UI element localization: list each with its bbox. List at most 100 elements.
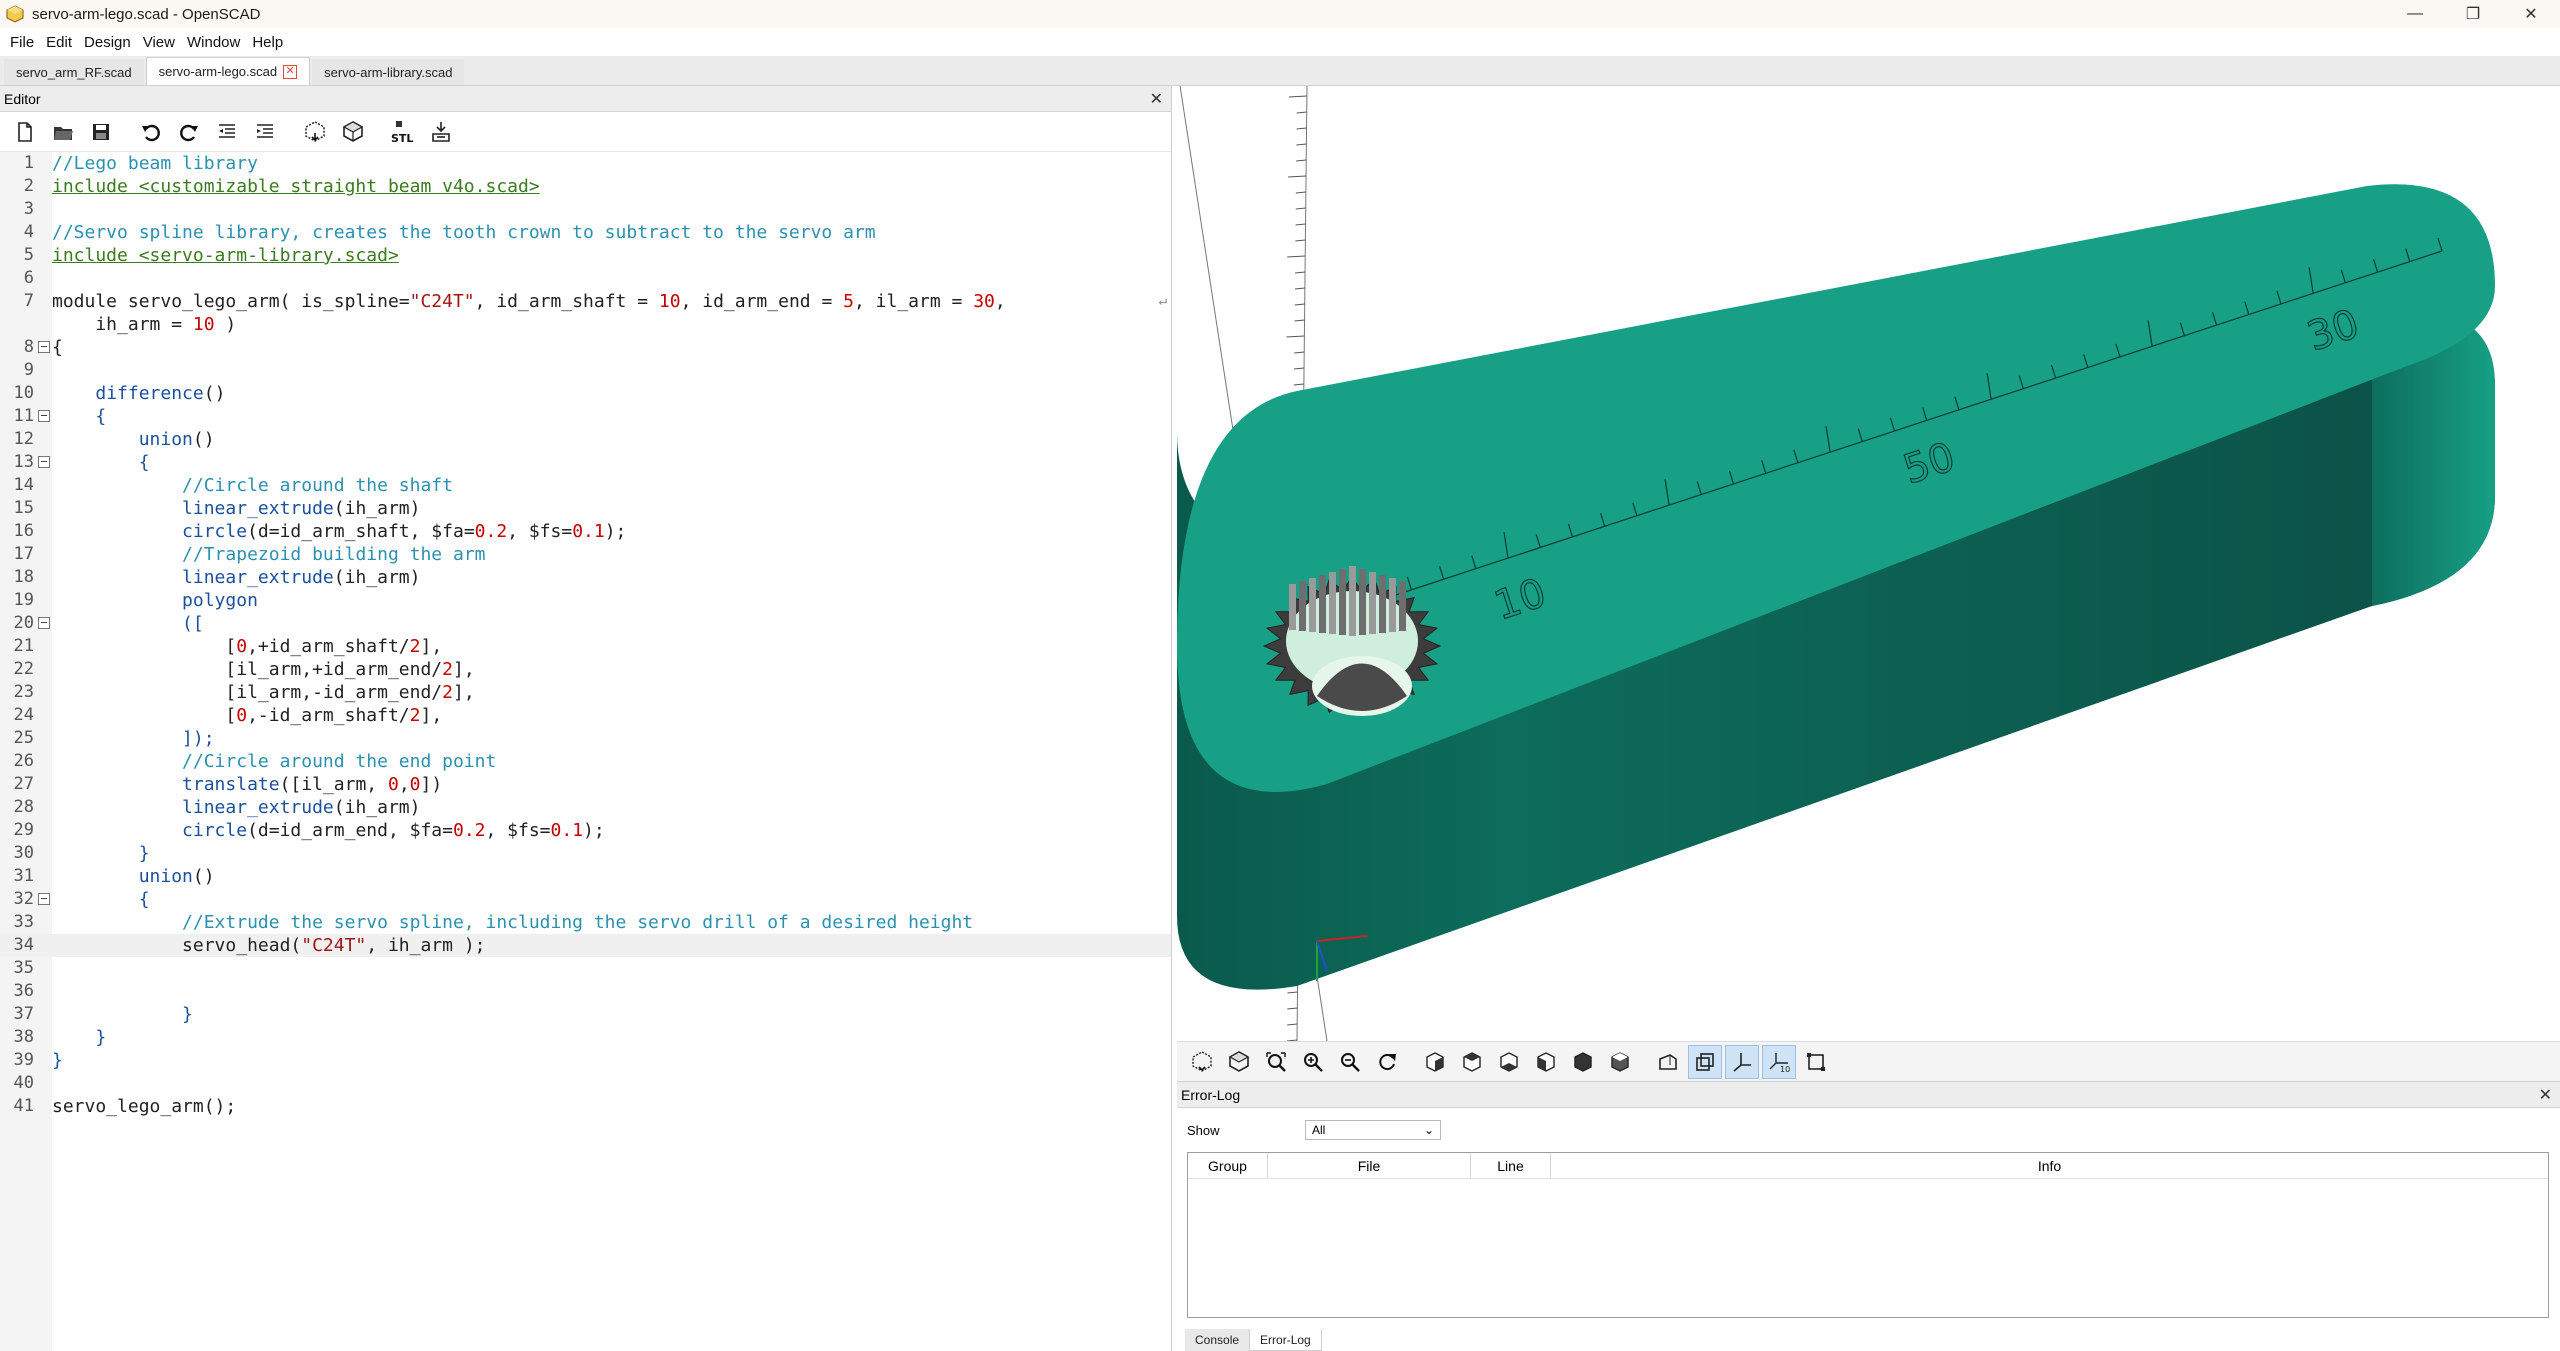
show-scale-markers-icon[interactable]: 10 (1762, 1044, 1796, 1079)
code-line[interactable]: 2 include <customizable straight beam v4o… (0, 175, 1171, 198)
tab-close-icon[interactable]: ✕ (283, 64, 298, 79)
3d-viewport[interactable]: 10 50 30 (1177, 86, 2560, 1041)
code-line[interactable]: 15 linear_extrude(ih_arm) (0, 497, 1171, 520)
undo-icon[interactable] (134, 115, 168, 149)
column-header-info[interactable]: Info (1551, 1153, 2548, 1178)
save-icon[interactable] (84, 115, 118, 149)
code-line[interactable]: 3 (0, 198, 1171, 221)
export-stl-icon[interactable]: STL (386, 115, 420, 149)
render-icon[interactable] (1222, 1045, 1256, 1079)
code-line[interactable]: 14 //Circle around the shaft (0, 474, 1171, 497)
show-filter-select[interactable]: All ⌄ (1305, 1120, 1441, 1140)
code-line[interactable]: 18 linear_extrude(ih_arm) (0, 566, 1171, 589)
menu-edit[interactable]: Edit (40, 34, 78, 51)
code-line[interactable]: 10 difference() (0, 382, 1171, 405)
column-header-line[interactable]: Line (1471, 1153, 1551, 1178)
send-to-print-icon[interactable] (424, 115, 458, 149)
code-line[interactable]: 12 union() (0, 428, 1171, 451)
code-line[interactable]: 29 circle(d=id_arm_end, $fa=0.2, $fs=0.1… (0, 819, 1171, 842)
code-line[interactable]: 28 linear_extrude(ih_arm) (0, 796, 1171, 819)
code-line[interactable]: 22 [il_arm,+id_arm_end/2], (0, 658, 1171, 681)
tab-console[interactable]: Console (1185, 1329, 1250, 1351)
open-file-icon[interactable] (46, 115, 80, 149)
code-line[interactable]: 31 union() (0, 865, 1171, 888)
error-log-close-button[interactable]: ✕ (2539, 1085, 2552, 1105)
code-line[interactable]: 27 translate([il_arm, 0,0]) (0, 773, 1171, 796)
perspective-icon[interactable] (1651, 1045, 1685, 1079)
new-file-icon[interactable] (8, 115, 42, 149)
code-line[interactable]: 37 } (0, 1003, 1171, 1026)
editor-close-button[interactable]: ✕ (1150, 89, 1163, 109)
view-left-icon[interactable] (1529, 1045, 1563, 1079)
zoom-in-icon[interactable] (1296, 1045, 1330, 1079)
code-line[interactable]: ih_arm = 10 ) (0, 313, 1171, 336)
orthogonal-icon[interactable] (1688, 1044, 1722, 1079)
code-line[interactable]: 13 { (0, 451, 1171, 474)
code-line[interactable]: 17 //Trapezoid building the arm (0, 543, 1171, 566)
fold-toggle-icon[interactable] (38, 456, 50, 468)
tab-servo-arm-lego[interactable]: servo-arm-lego.scad ✕ (145, 57, 311, 85)
code-line[interactable]: 6 (0, 267, 1171, 290)
restore-button[interactable]: ❐ (2444, 0, 2502, 28)
code-line[interactable]: 32 { (0, 888, 1171, 911)
code-line[interactable]: 11 { (0, 405, 1171, 428)
code-line[interactable]: 24 [0,-id_arm_shaft/2], (0, 704, 1171, 727)
fold-toggle-icon[interactable] (38, 617, 50, 629)
view-back-icon[interactable] (1603, 1045, 1637, 1079)
view-front-icon[interactable] (1566, 1045, 1600, 1079)
code-line[interactable]: 33 //Extrude the servo spline, including… (0, 911, 1171, 934)
show-edges-icon[interactable] (1799, 1045, 1833, 1079)
preview-icon[interactable] (298, 115, 332, 149)
unindent-icon[interactable] (210, 115, 244, 149)
view-all-icon[interactable] (1259, 1045, 1293, 1079)
fold-toggle-icon[interactable] (38, 341, 50, 353)
code-line[interactable]: 9 (0, 359, 1171, 382)
tab-servo-arm-rf[interactable]: servo_arm_RF.scad (4, 59, 144, 85)
code-line[interactable]: 4 //Servo spline library, creates the too… (0, 221, 1171, 244)
tab-servo-arm-library[interactable]: servo-arm-library.scad (312, 59, 465, 85)
reset-view-icon[interactable] (1370, 1045, 1404, 1079)
code-line[interactable]: 25 ]); (0, 727, 1171, 750)
code-line[interactable]: 19 polygon (0, 589, 1171, 612)
code-line[interactable]: 30 } (0, 842, 1171, 865)
menu-view[interactable]: View (137, 34, 181, 51)
code-line[interactable]: 23 [il_arm,-id_arm_end/2], (0, 681, 1171, 704)
code-line[interactable]: 36 (0, 980, 1171, 1003)
redo-icon[interactable] (172, 115, 206, 149)
fold-toggle-icon[interactable] (38, 893, 50, 905)
code-line[interactable]: 21 [0,+id_arm_shaft/2], (0, 635, 1171, 658)
code-line[interactable]: 34 servo_head("C24T", ih_arm ); (0, 934, 1171, 957)
code-line[interactable]: 5 include <servo-arm-library.scad> (0, 244, 1171, 267)
menu-design[interactable]: Design (78, 34, 137, 51)
view-right-icon[interactable] (1418, 1045, 1452, 1079)
close-window-button[interactable]: ✕ (2502, 0, 2560, 28)
indent-icon[interactable] (248, 115, 282, 149)
error-log-table[interactable]: Group File Line Info (1187, 1152, 2549, 1318)
code-line[interactable]: 39} (0, 1049, 1171, 1072)
minimize-button[interactable]: — (2386, 0, 2444, 28)
preview-icon[interactable] (1185, 1045, 1219, 1079)
column-header-group[interactable]: Group (1188, 1153, 1268, 1178)
menu-file[interactable]: File (4, 34, 40, 51)
code-line[interactable]: 8{ (0, 336, 1171, 359)
code-editor[interactable]: 1 //Lego beam library 2 include <customizab… (0, 152, 1171, 1351)
code-line[interactable]: 7 module servo_lego_arm( is_spline="C24T"… (0, 290, 1171, 313)
code-line[interactable]: 20 ([ (0, 612, 1171, 635)
view-bottom-icon[interactable] (1492, 1045, 1526, 1079)
code-line[interactable]: 35 (0, 957, 1171, 980)
code-line[interactable]: 26 //Circle around the end point (0, 750, 1171, 773)
show-axes-icon[interactable] (1725, 1044, 1759, 1079)
code-line[interactable]: 40 (0, 1072, 1171, 1095)
column-header-file[interactable]: File (1268, 1153, 1471, 1178)
code-line[interactable]: 38 } (0, 1026, 1171, 1049)
menu-help[interactable]: Help (246, 34, 289, 51)
tab-error-log[interactable]: Error-Log (1249, 1329, 1322, 1351)
code-line[interactable]: 41 servo_lego_arm(); (0, 1095, 1171, 1118)
menu-window[interactable]: Window (181, 34, 246, 51)
code-line[interactable]: 16 circle(d=id_arm_shaft, $fa=0.2, $fs=0… (0, 520, 1171, 543)
code-line[interactable]: 1 //Lego beam library (0, 152, 1171, 175)
fold-toggle-icon[interactable] (38, 410, 50, 422)
render-icon[interactable] (336, 115, 370, 149)
zoom-out-icon[interactable] (1333, 1045, 1367, 1079)
view-top-icon[interactable] (1455, 1045, 1489, 1079)
